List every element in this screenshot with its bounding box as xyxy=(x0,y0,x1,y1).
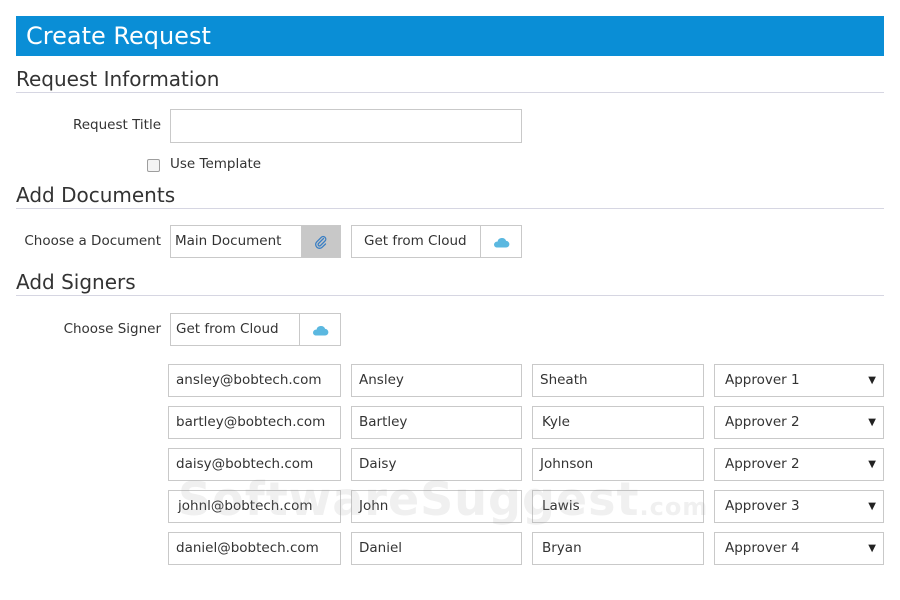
request-title-label: Request Title xyxy=(72,117,161,133)
dropdown-arrow-icon: ▼ xyxy=(868,501,876,512)
main-document-button[interactable]: Main Document xyxy=(170,225,341,258)
dropdown-arrow-icon: ▼ xyxy=(868,375,876,386)
signer-last-name-input[interactable]: Sheath xyxy=(532,364,704,397)
signer-role-select[interactable]: Approver 1 ▼ xyxy=(714,364,884,397)
cloud-icon[interactable] xyxy=(299,314,340,345)
dropdown-arrow-icon: ▼ xyxy=(868,459,876,470)
get-from-cloud-label: Get from Cloud xyxy=(176,321,279,337)
cloud-icon[interactable] xyxy=(480,226,521,257)
signer-email-input[interactable]: johnl@bobtech.com xyxy=(168,490,341,523)
signer-first-name-input[interactable]: Ansley xyxy=(351,364,522,397)
signer-role-value: Approver 3 xyxy=(725,498,800,514)
dropdown-arrow-icon: ▼ xyxy=(868,543,876,554)
signer-first-name-input[interactable]: John xyxy=(351,490,522,523)
choose-document-label: Choose a Document xyxy=(24,233,161,249)
signer-role-value: Approver 4 xyxy=(725,540,800,556)
signer-last-name-input[interactable]: Kyle xyxy=(532,406,704,439)
use-template-label: Use Template xyxy=(170,156,262,172)
page-header: Create Request xyxy=(16,16,884,56)
signer-role-select[interactable]: Approver 3 ▼ xyxy=(714,490,884,523)
signer-email-input[interactable]: ansley@bobtech.com xyxy=(168,364,341,397)
section-divider xyxy=(16,295,884,296)
signer-get-from-cloud-button[interactable]: Get from Cloud xyxy=(170,313,341,346)
document-get-from-cloud-button[interactable]: Get from Cloud xyxy=(351,225,522,258)
signer-last-name-input[interactable]: Bryan xyxy=(532,532,704,565)
section-title-add-signers: Add Signers xyxy=(16,270,136,294)
section-divider xyxy=(16,92,884,93)
signer-email-input[interactable]: daniel@bobtech.com xyxy=(168,532,341,565)
signer-role-value: Approver 1 xyxy=(725,372,800,388)
signer-role-select[interactable]: Approver 2 ▼ xyxy=(714,448,884,481)
request-title-input[interactable] xyxy=(170,109,522,143)
use-template-checkbox[interactable] xyxy=(147,159,160,172)
signer-role-value: Approver 2 xyxy=(725,456,800,472)
signer-last-name-input[interactable]: Lawis xyxy=(532,490,704,523)
signer-first-name-input[interactable]: Daniel xyxy=(351,532,522,565)
signer-first-name-input[interactable]: Bartley xyxy=(351,406,522,439)
paperclip-icon[interactable] xyxy=(301,226,340,257)
signer-role-value: Approver 2 xyxy=(725,414,800,430)
section-divider xyxy=(16,208,884,209)
page-title: Create Request xyxy=(26,22,211,50)
section-title-request-information: Request Information xyxy=(16,67,220,91)
signer-last-name-input[interactable]: Johnson xyxy=(532,448,704,481)
main-document-label: Main Document xyxy=(175,233,282,249)
dropdown-arrow-icon: ▼ xyxy=(868,417,876,428)
get-from-cloud-label: Get from Cloud xyxy=(364,233,467,249)
signer-role-select[interactable]: Approver 4 ▼ xyxy=(714,532,884,565)
section-title-add-documents: Add Documents xyxy=(16,183,176,207)
signer-first-name-input[interactable]: Daisy xyxy=(351,448,522,481)
signer-email-input[interactable]: bartley@bobtech.com xyxy=(168,406,341,439)
choose-signer-label: Choose Signer xyxy=(63,321,161,337)
signer-email-input[interactable]: daisy@bobtech.com xyxy=(168,448,341,481)
signer-role-select[interactable]: Approver 2 ▼ xyxy=(714,406,884,439)
